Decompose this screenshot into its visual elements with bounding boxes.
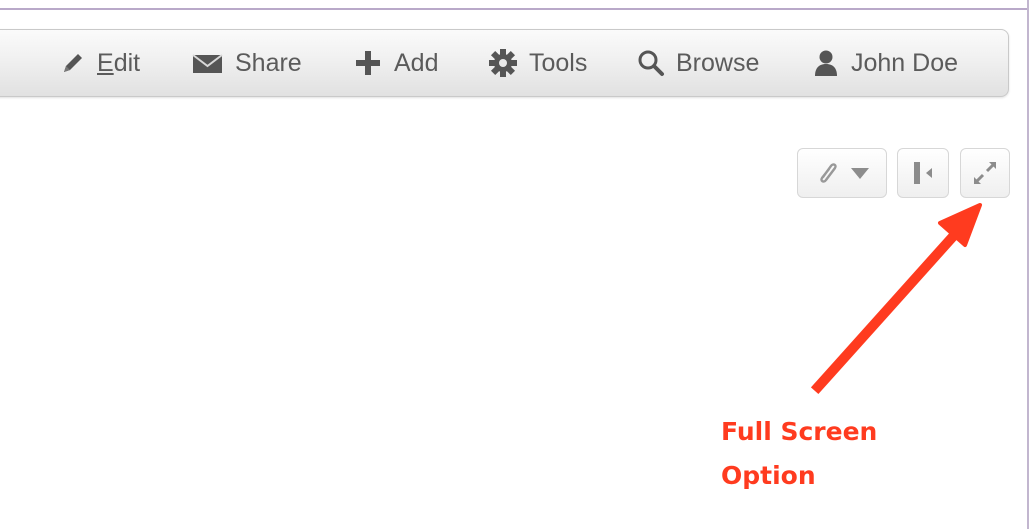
full-screen-annotation: Full Screen Option [721,410,941,498]
annotation-line-1: Full Screen [721,417,878,446]
annotation-line-2: Option [721,461,816,490]
